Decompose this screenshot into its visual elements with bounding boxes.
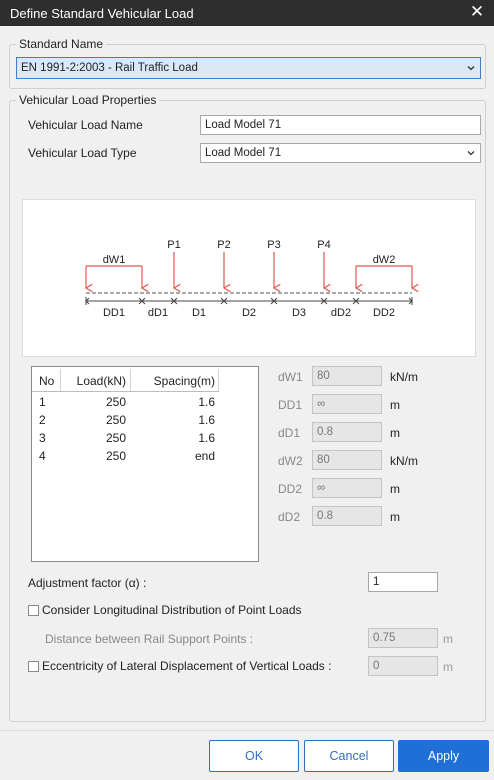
column-header-spacing[interactable]: Spacing(m) xyxy=(132,374,215,388)
rail-support-distance-label: Distance between Rail Support Points : xyxy=(45,632,254,646)
param-input-dd2: ∞ xyxy=(312,478,382,498)
param-label-dw2: dW2 xyxy=(278,454,303,468)
load-table[interactable]: No Load(kN) Spacing(m) 1 250 1.6 2 250 1… xyxy=(31,366,259,562)
adjustment-factor-label: Adjustment factor (α) : xyxy=(28,576,147,590)
standard-name-group-label: Standard Name xyxy=(16,37,107,51)
dw1-distributed-load xyxy=(86,265,142,288)
svg-text:P3: P3 xyxy=(267,239,280,251)
param-label-dd2-small: dD2 xyxy=(278,510,301,524)
svg-text:P4: P4 xyxy=(317,239,330,251)
cancel-button[interactable]: Cancel xyxy=(304,740,394,772)
param-label-dd1: DD1 xyxy=(278,398,303,412)
standard-name-select[interactable]: EN 1991-2:2003 - Rail Traffic Load xyxy=(16,57,481,79)
param-unit-dd1-small: m xyxy=(390,426,400,440)
column-header-load[interactable]: Load(kN) xyxy=(62,374,126,388)
svg-text:P2: P2 xyxy=(217,239,230,251)
param-label-dd2: DD2 xyxy=(278,482,303,496)
dim-label-dd2-small: dD2 xyxy=(331,307,351,319)
vehicular-load-type-label: Vehicular Load Type xyxy=(28,146,137,160)
point-load-p3: P3 xyxy=(267,239,281,288)
param-unit-dw2: kN/m xyxy=(390,454,418,468)
vehicular-load-properties-group-label: Vehicular Load Properties xyxy=(16,93,160,107)
param-input-dw1: 80 xyxy=(312,366,382,386)
dim-label-d1: D1 xyxy=(192,307,206,319)
vehicular-load-name-input[interactable]: Load Model 71 xyxy=(200,115,481,135)
adjustment-factor-input[interactable]: 1 xyxy=(368,572,438,592)
column-header-no[interactable]: No xyxy=(39,374,54,388)
eccentricity-unit: m xyxy=(443,660,453,674)
eccentricity-checkbox[interactable] xyxy=(28,661,39,672)
rail-support-distance-input: 0.75 xyxy=(368,628,438,648)
point-load-p2: P2 xyxy=(217,239,231,288)
close-icon[interactable]: ✕ xyxy=(468,2,486,22)
param-unit-dw1: kN/m xyxy=(390,370,418,384)
param-unit-dd2: m xyxy=(390,482,400,496)
footer-separator xyxy=(0,730,494,731)
dim-label-dd2: DD2 xyxy=(373,307,395,319)
param-input-dw2: 80 xyxy=(312,450,382,470)
load-model-diagram: dW1 dW2 P1 P2 P3 P4 DD1 dD1 D1 D2 D3 dD2… xyxy=(22,199,476,357)
param-input-dd1-small: 0.8 xyxy=(312,422,382,442)
param-label-dw1: dW1 xyxy=(278,370,303,384)
param-unit-dd1: m xyxy=(390,398,400,412)
title-bar: Define Standard Vehicular Load ✕ xyxy=(0,0,494,26)
vehicular-load-type-select[interactable]: Load Model 71 xyxy=(200,143,481,163)
eccentricity-label[interactable]: Eccentricity of Lateral Displacement of … xyxy=(42,659,331,673)
param-input-dd2-small: 0.8 xyxy=(312,506,382,526)
longitudinal-distribution-checkbox[interactable] xyxy=(28,605,39,616)
chevron-down-icon xyxy=(467,151,475,156)
dw1-label: dW1 xyxy=(103,254,126,266)
vehicular-load-type-value: Load Model 71 xyxy=(205,147,282,159)
eccentricity-input: 0 xyxy=(368,656,438,676)
point-load-p4: P4 xyxy=(317,239,331,288)
vehicular-load-name-label: Vehicular Load Name xyxy=(28,118,143,132)
dw2-label: dW2 xyxy=(373,254,396,266)
param-label-dd1-small: dD1 xyxy=(278,426,301,440)
ok-button[interactable]: OK xyxy=(209,740,299,772)
load-diagram-svg: dW1 dW2 P1 P2 P3 P4 DD1 dD1 D1 D2 D3 dD2… xyxy=(23,239,477,319)
param-input-dd1: ∞ xyxy=(312,394,382,414)
standard-name-value: EN 1991-2:2003 - Rail Traffic Load xyxy=(21,62,198,74)
dim-label-dd1-small: dD1 xyxy=(148,307,168,319)
apply-button[interactable]: Apply xyxy=(398,740,489,772)
dim-label-d2: D2 xyxy=(242,307,256,319)
svg-text:P1: P1 xyxy=(167,239,180,251)
dimension-line xyxy=(85,297,413,305)
longitudinal-distribution-label[interactable]: Consider Longitudinal Distribution of Po… xyxy=(42,603,302,617)
window-title: Define Standard Vehicular Load xyxy=(10,6,194,21)
dw2-distributed-load xyxy=(356,265,412,288)
rail-support-distance-unit: m xyxy=(443,632,453,646)
param-unit-dd2-small: m xyxy=(390,510,400,524)
vehicular-load-name-value: Load Model 71 xyxy=(205,119,282,131)
dim-label-d3: D3 xyxy=(292,307,306,319)
chevron-down-icon xyxy=(467,66,475,71)
point-load-p1: P1 xyxy=(167,239,181,288)
dim-label-dd1: DD1 xyxy=(103,307,125,319)
